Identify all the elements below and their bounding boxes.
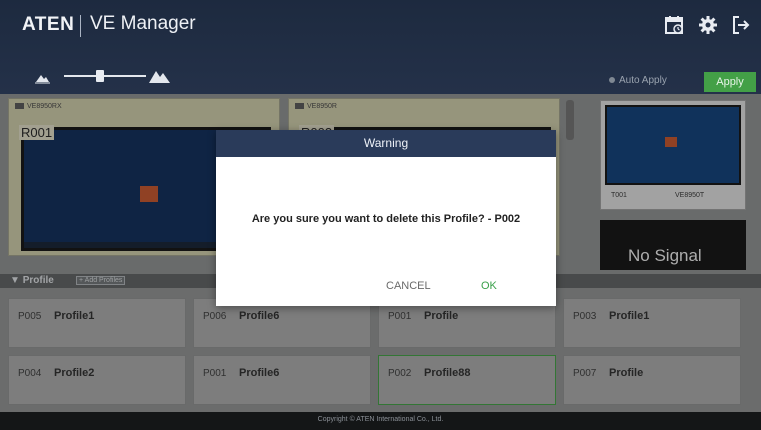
ok-button[interactable]: OK [481, 280, 497, 292]
auto-apply-label: Auto Apply [619, 75, 667, 86]
app-header: ATEN VE Manager Auto Apply Apply [0, 0, 761, 94]
calendar-icon[interactable] [663, 14, 685, 36]
zoom-slider[interactable] [34, 66, 174, 86]
slider-track [64, 75, 146, 77]
warning-dialog: Warning Are you sure you want to delete … [216, 130, 556, 306]
cancel-button[interactable]: CANCEL [386, 280, 431, 292]
dialog-header: Warning [216, 130, 556, 157]
gear-icon[interactable] [697, 14, 719, 36]
app-title: VE Manager [90, 13, 196, 34]
apply-button[interactable]: Apply [704, 72, 756, 92]
zoom-in-icon [149, 71, 170, 83]
auto-apply-radio-icon [609, 77, 615, 84]
dialog-title: Warning [363, 136, 409, 150]
zoom-out-icon [35, 75, 50, 84]
slider-handle[interactable] [96, 70, 104, 82]
auto-apply-toggle[interactable]: Auto Apply [609, 75, 667, 86]
copyright-text: Copyright © ATEN International Co., Ltd. [317, 416, 444, 423]
logo-divider [80, 15, 81, 37]
brand-logo: ATEN [22, 14, 75, 35]
footer: Copyright © ATEN International Co., Ltd. [0, 412, 761, 430]
logout-icon[interactable] [730, 14, 752, 36]
dialog-message: Are you sure you want to delete this Pro… [251, 213, 521, 225]
